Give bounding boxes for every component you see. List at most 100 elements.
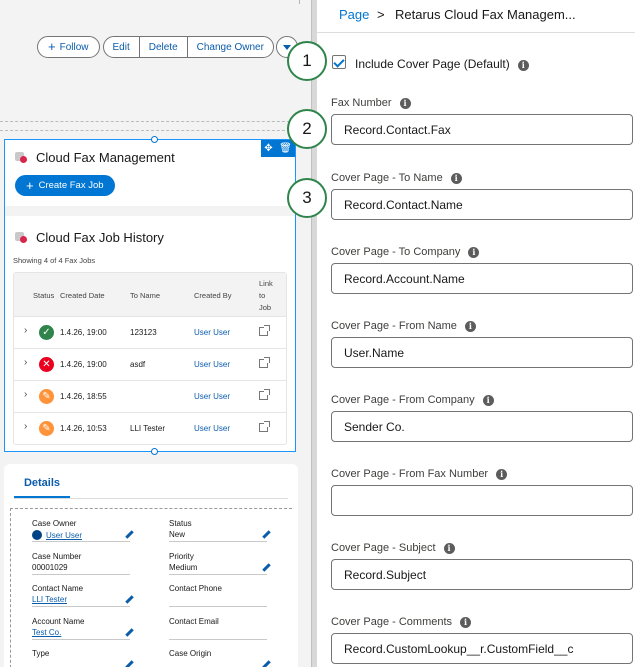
field-label: Case Owner xyxy=(32,519,77,528)
cloud-fax-header: Cloud Fax Management xyxy=(15,150,175,165)
component-gap xyxy=(5,206,295,216)
edit-icon[interactable] xyxy=(125,661,133,667)
case-owner-link[interactable]: User User xyxy=(32,530,130,540)
cloud-fax-component[interactable]: ✥ 🗑 Cloud Fax Management + Create Fax Jo… xyxy=(4,136,296,455)
step-marker-2: 2 xyxy=(287,109,327,149)
move-icon[interactable]: ✥ xyxy=(264,143,272,154)
edit-icon[interactable] xyxy=(125,596,133,604)
external-link-icon[interactable] xyxy=(259,389,270,400)
edit-icon[interactable] xyxy=(125,629,133,637)
canvas-divider xyxy=(0,0,300,4)
info-icon[interactable]: i xyxy=(517,60,529,71)
change-owner-button[interactable]: Change Owner xyxy=(188,37,273,57)
field-underline xyxy=(169,574,267,575)
edit-icon[interactable] xyxy=(262,531,270,539)
chevron-right-icon[interactable]: › xyxy=(24,357,27,368)
row-created-by-link[interactable]: User User xyxy=(194,328,230,337)
edit-icon[interactable] xyxy=(262,661,270,667)
region-divider xyxy=(10,508,11,667)
field-value: New xyxy=(169,530,186,539)
plus-icon: + xyxy=(48,39,56,54)
delete-button[interactable]: Delete xyxy=(140,37,188,57)
info-icon[interactable]: i xyxy=(482,395,494,406)
field-value: 00001029 xyxy=(32,563,68,572)
edit-button[interactable]: Edit xyxy=(104,37,140,57)
row-created-by-link[interactable]: User User xyxy=(194,424,230,433)
info-icon[interactable]: i xyxy=(443,543,455,554)
fax-number-input[interactable]: Record.Contact.Fax xyxy=(331,114,633,145)
resize-handle-bottom[interactable] xyxy=(151,448,158,455)
cover-to-name-input[interactable]: Record.Contact.Name xyxy=(331,189,633,220)
info-icon[interactable]: i xyxy=(468,247,480,258)
cover-from-name-group: Cover Page - From Name i User.Name xyxy=(331,320,633,368)
step-marker-1: 1 xyxy=(287,41,327,81)
external-link-icon[interactable] xyxy=(259,357,270,368)
column-header-to-name[interactable]: To Name xyxy=(130,291,160,300)
tab-details[interactable]: Details xyxy=(14,477,70,498)
field-label: Cover Page - From Name i xyxy=(331,320,633,332)
cover-from-company-input[interactable]: Sender Co. xyxy=(331,411,633,442)
change-owner-icon[interactable] xyxy=(125,531,133,539)
row-created-by-link[interactable]: User User xyxy=(194,360,230,369)
column-header-created-date[interactable]: Created Date xyxy=(60,291,105,300)
field-value[interactable]: LLI Tester xyxy=(32,595,130,604)
breadcrumb-page-link[interactable]: Page xyxy=(339,7,369,22)
create-fax-job-button[interactable]: + Create Fax Job xyxy=(15,175,115,196)
edit-icon[interactable] xyxy=(262,564,270,572)
field-label-text: Cover Page - From Company xyxy=(331,394,475,406)
history-table: Status Created Date To Name Created By L… xyxy=(13,272,287,445)
breadcrumb-separator: > xyxy=(377,7,385,22)
info-icon[interactable]: i xyxy=(399,98,411,109)
cover-comments-input[interactable]: Record.CustomLookup__r.CustomField__c xyxy=(331,633,633,664)
column-header-link-to-job[interactable]: Link to Job xyxy=(259,278,279,314)
avatar xyxy=(32,530,42,540)
column-header-status[interactable]: Status xyxy=(33,291,54,300)
info-icon[interactable]: i xyxy=(464,321,476,332)
cover-to-name-group: Cover Page - To Name i Record.Contact.Nam… xyxy=(331,172,633,220)
chevron-right-icon[interactable]: › xyxy=(24,421,27,432)
resize-handle-top[interactable] xyxy=(151,136,158,143)
include-cover-page-label: Include Cover Page (Default) i xyxy=(355,57,529,71)
tab-divider xyxy=(14,498,288,499)
row-created-by-link[interactable]: User User xyxy=(194,392,230,401)
field-case-origin: Case Origin xyxy=(169,649,267,658)
chevron-right-icon[interactable]: › xyxy=(24,389,27,400)
field-status: Status New xyxy=(169,519,270,542)
field-contact-email: Contact Email xyxy=(169,617,267,640)
info-icon[interactable]: i xyxy=(496,469,508,480)
external-link-icon[interactable] xyxy=(259,421,270,432)
include-cover-page-checkbox[interactable] xyxy=(332,55,346,69)
info-icon[interactable]: i xyxy=(450,173,462,184)
cover-to-company-input[interactable]: Record.Account.Name xyxy=(331,263,633,294)
follow-button[interactable]: + Follow xyxy=(37,36,100,58)
field-value[interactable]: Test Co. xyxy=(32,628,130,637)
field-case-owner: Case Owner User User xyxy=(32,519,133,542)
checkbox-label-text: Include Cover Page (Default) xyxy=(355,57,510,71)
field-label: Account Name xyxy=(32,617,85,626)
history-title: Cloud Fax Job History xyxy=(36,230,164,245)
cover-comments-group: Cover Page - Comments i Record.CustomLook… xyxy=(331,616,633,664)
breadcrumb: Page > Retarus Cloud Fax Managem... xyxy=(317,0,635,33)
field-label: Contact Name xyxy=(32,584,84,593)
field-account-name: Account Name Test Co. xyxy=(32,617,133,640)
cover-from-name-input[interactable]: User.Name xyxy=(331,337,633,368)
field-label: Type xyxy=(32,649,50,658)
cover-to-company-group: Cover Page - To Company i Record.Account.… xyxy=(331,246,633,294)
field-type: Type xyxy=(32,649,130,658)
info-icon[interactable]: i xyxy=(460,617,472,628)
chevron-right-icon[interactable]: › xyxy=(24,325,27,336)
cover-from-fax-group: Cover Page - From Fax Number i xyxy=(331,468,633,516)
field-contact-phone: Contact Phone xyxy=(169,584,267,607)
trash-icon[interactable]: 🗑 xyxy=(279,143,292,154)
column-header-created-by[interactable]: Created By xyxy=(194,291,232,300)
field-label-text: Cover Page - Subject xyxy=(331,542,436,554)
action-button-group: Edit Delete Change Owner xyxy=(102,36,274,58)
field-label-text: Cover Page - From Fax Number xyxy=(331,468,489,480)
external-link-icon[interactable] xyxy=(259,325,270,336)
row-to-name: 123123 xyxy=(130,328,157,337)
field-priority: Priority Medium xyxy=(169,552,270,575)
cover-from-fax-input[interactable] xyxy=(331,485,633,516)
cover-subject-input[interactable]: Record.Subject xyxy=(331,559,633,590)
field-underline xyxy=(32,574,130,575)
fax-number-group: Fax Number i Record.Contact.Fax xyxy=(331,97,633,145)
